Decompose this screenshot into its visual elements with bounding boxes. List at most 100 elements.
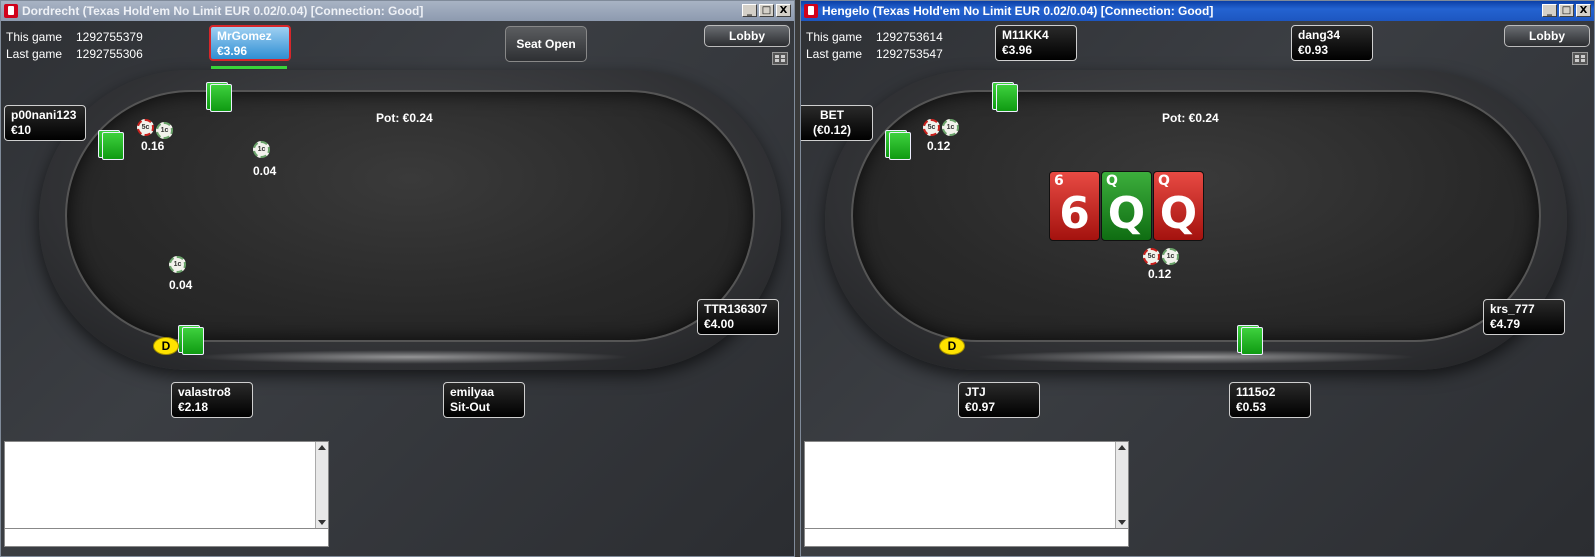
card-rank-corner: Q (1158, 173, 1170, 189)
chip-five-cent-icon: 5c (137, 119, 154, 136)
player-name: emilyaa (450, 385, 495, 399)
this-game-label: This game (6, 30, 63, 44)
hole-cards-mrgomez (206, 82, 232, 112)
pot-label: Pot: €0.24 (376, 111, 433, 125)
minimize-button[interactable]: _ (742, 4, 757, 17)
title-bar[interactable]: Hengelo (Texas Hold'em No Limit EUR 0.02… (801, 1, 1594, 21)
player-name: 1115o2 (1236, 385, 1276, 399)
bet-amount: 0.04 (253, 164, 277, 178)
player-name: krs_777 (1490, 302, 1535, 316)
table-window-hengelo: Hengelo (Texas Hold'em No Limit EUR 0.02… (800, 0, 1595, 557)
window-title: Hengelo (Texas Hold'em No Limit EUR 0.02… (822, 4, 1214, 18)
hole-cards-1115o2 (1237, 325, 1263, 355)
hole-cards-valastro8 (178, 325, 204, 355)
seat-krs-777[interactable]: krs_777 €4.79 (1483, 299, 1565, 335)
player-name: MrGomez (217, 29, 272, 43)
seat-jtj[interactable]: JTJ €0.97 (958, 382, 1040, 418)
bet-amount: 0.16 (141, 139, 165, 153)
minimize-button[interactable]: _ (1542, 4, 1557, 17)
player-name: M11KK4 (1002, 28, 1049, 42)
window-title: Dordrecht (Texas Hold'em No Limit EUR 0.… (22, 4, 424, 18)
seat-open-button[interactable]: Seat Open (505, 26, 587, 62)
chip-one-cent-icon: 1c (1162, 248, 1179, 265)
dealer-button: D (939, 337, 965, 355)
rail-highlight (975, 350, 1417, 364)
player-name: TTR136307 (704, 302, 768, 316)
app-icon (804, 4, 818, 18)
last-game-label: Last game (806, 47, 863, 61)
seat-dang34[interactable]: dang34 €0.93 (1291, 25, 1373, 61)
player-stack: €0.53 (1236, 400, 1267, 414)
player-stack: Sit-Out (450, 400, 490, 414)
player-name: p00nani123 (11, 108, 77, 122)
player-name: dang34 (1298, 28, 1341, 42)
player-stack: €3.96 (1002, 43, 1033, 57)
bet-amount: 0.04 (169, 278, 193, 292)
lobby-button[interactable]: Lobby (1504, 25, 1590, 47)
player-stack: €4.79 (1490, 317, 1521, 331)
hole-cards-m11kk4 (992, 82, 1018, 112)
last-game-value[interactable]: 1292755306 (76, 47, 143, 61)
chip-one-cent-icon: 1c (156, 122, 173, 139)
player-stack: €0.97 (965, 400, 996, 414)
close-button[interactable]: X (1576, 4, 1591, 17)
action-timer-bar (211, 66, 287, 69)
seat-ttr136307[interactable]: TTR136307 €4.00 (697, 299, 779, 335)
card-rank: Q (1107, 188, 1146, 239)
lobby-button[interactable]: Lobby (704, 25, 790, 47)
player-stack: €4.00 (704, 317, 735, 331)
title-bar[interactable]: Dordrecht (Texas Hold'em No Limit EUR 0.… (1, 1, 794, 21)
player-name: valastro8 (178, 385, 231, 399)
seat-mrgomez[interactable]: MrGomez €3.96 (209, 25, 291, 61)
chat-input[interactable] (5, 528, 328, 546)
player-stack: €2.18 (178, 400, 209, 414)
player-name: JTJ (965, 385, 986, 399)
chip-one-cent-icon: 1c (942, 119, 959, 136)
card-rank: Q (1159, 188, 1198, 239)
rail-highlight (189, 350, 631, 364)
player-stack: €3.96 (217, 44, 248, 58)
hole-cards-bet (885, 130, 911, 160)
chat-panel (4, 441, 329, 547)
chip-five-cent-icon: 5c (923, 119, 940, 136)
layout-grid-icon[interactable] (772, 52, 788, 65)
pot-label: Pot: €0.24 (1162, 111, 1219, 125)
last-game-value[interactable]: 1292753547 (876, 47, 943, 61)
card-rank: 6 (1059, 188, 1090, 239)
game-info: This game 1292755379 Last game 1292755306 (6, 29, 143, 63)
bet-amount: 0.12 (927, 139, 951, 153)
chat-scrollbar[interactable] (315, 442, 328, 528)
board-card-1: 6 6 (1049, 171, 1100, 241)
close-button[interactable]: X (776, 4, 791, 17)
seat-p00nani123[interactable]: p00nani123 €10 (4, 105, 86, 141)
last-game-label: Last game (6, 47, 63, 61)
hole-cards-p00nani123 (98, 130, 124, 160)
seat-emilyaa[interactable]: emilyaa Sit-Out (443, 382, 525, 418)
maximize-button[interactable]: □ (1559, 4, 1574, 17)
chat-input[interactable] (805, 528, 1128, 546)
board-card-2: Q Q (1101, 171, 1152, 241)
chip-one-cent-icon: 1c (253, 141, 270, 158)
table-window-dordrecht: Dordrecht (Texas Hold'em No Limit EUR 0.… (0, 0, 795, 557)
game-info: This game 1292753614 Last game 1292753547 (806, 29, 943, 63)
dealer-button: D (153, 337, 179, 355)
chip-five-cent-icon: 5c (1143, 248, 1160, 265)
chat-scrollbar[interactable] (1115, 442, 1128, 528)
maximize-button[interactable]: □ (759, 4, 774, 17)
board-card-3: Q Q (1153, 171, 1204, 241)
player-stack: €10 (11, 123, 32, 137)
card-rank-corner: 6 (1054, 173, 1064, 189)
this-game-value: 1292753614 (876, 30, 943, 44)
seat-m11kk4[interactable]: M11KK4 €3.96 (995, 25, 1077, 61)
chat-panel (804, 441, 1129, 547)
player-stack: €0.93 (1298, 43, 1329, 57)
bet-amount: 0.12 (1148, 267, 1172, 281)
app-icon (4, 4, 18, 18)
card-rank-corner: Q (1106, 173, 1118, 189)
seat-1115o2[interactable]: 1115o2 €0.53 (1229, 382, 1311, 418)
this-game-value: 1292755379 (76, 30, 143, 44)
layout-grid-icon[interactable] (1572, 52, 1588, 65)
seat-bet-indicator[interactable]: BET (€0.12) (801, 105, 873, 141)
this-game-label: This game (806, 30, 863, 44)
seat-valastro8[interactable]: valastro8 €2.18 (171, 382, 253, 418)
